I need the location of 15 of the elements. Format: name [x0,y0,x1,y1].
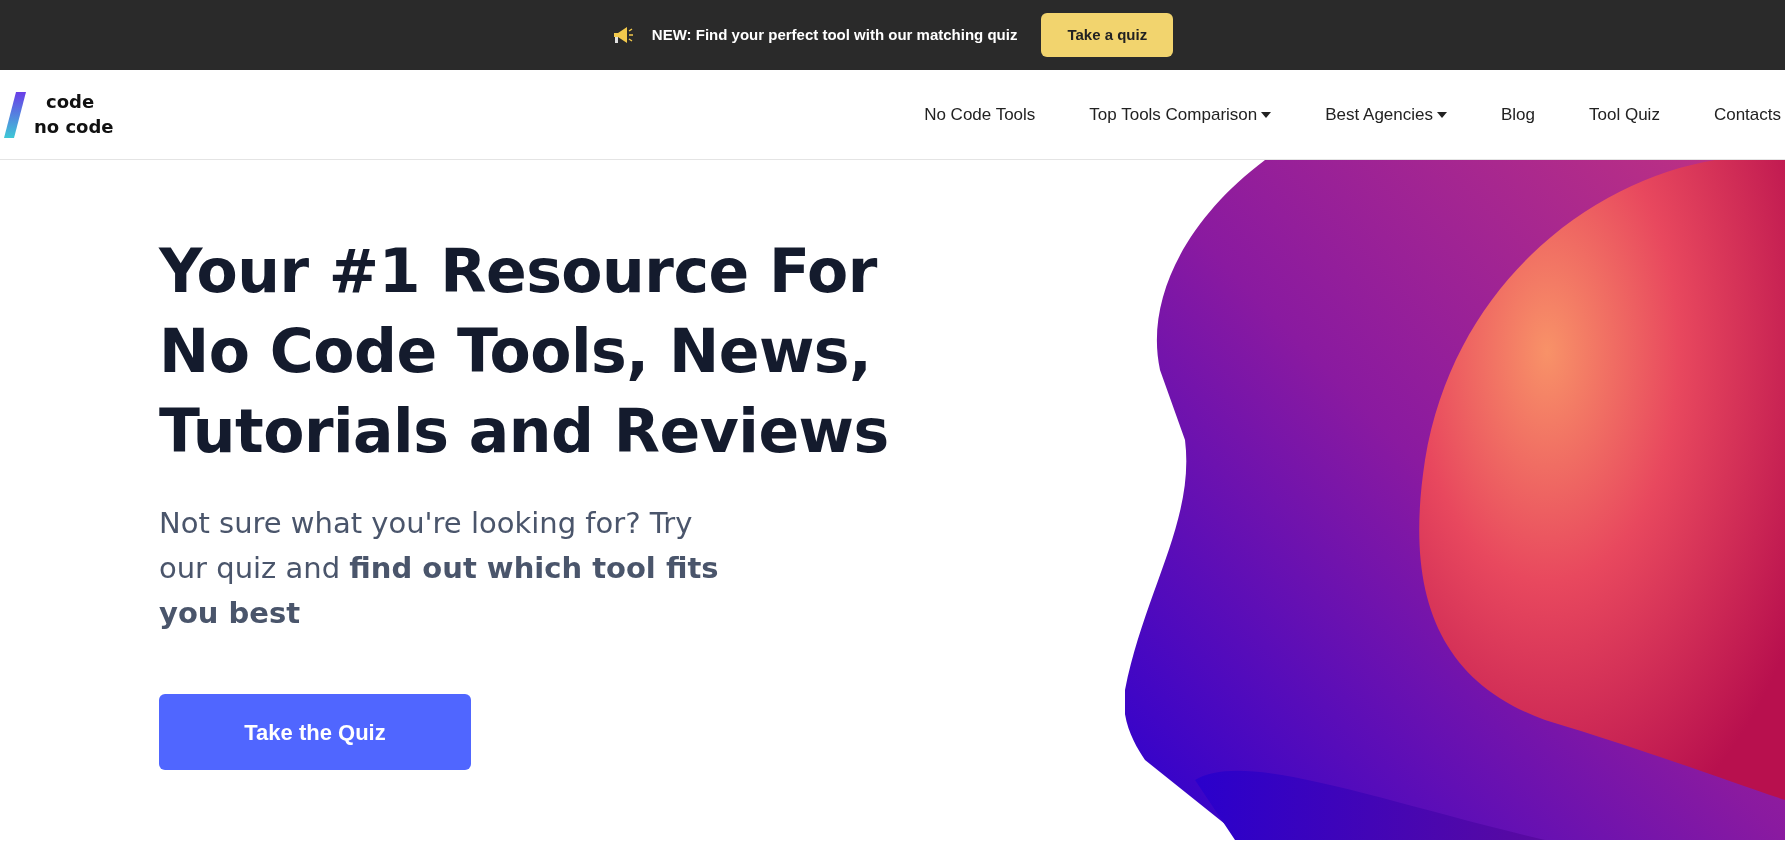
logo-text[interactable]: code [34,90,114,115]
take-quiz-button[interactable]: Take a quiz [1041,12,1174,58]
announcement-text: NEW: Find your perfect tool with our matching quiz [651,24,1018,45]
logo-text[interactable]: no code [34,114,114,139]
nav-link[interactable]: Contacts [1713,101,1781,128]
nav-dropdown[interactable]: Best Agencies [1325,101,1447,128]
megaphone-icon [611,25,634,45]
nav-link[interactable]: Blog [1501,101,1536,128]
take-the-quiz-button[interactable]: Take the Quiz [159,694,471,771]
hero-subtitle: Not sure what you're looking for? Try our quiz and find out which tool fits you best [159,505,719,633]
logo-icon[interactable] [4,91,26,138]
nav-link[interactable]: No Code Tools [924,101,1036,128]
nav-dropdown[interactable]: Top Tools Comparison [1089,101,1272,128]
nav-link[interactable]: Tool Quiz [1589,101,1660,128]
hero-heading: Your #1 Resource For No Code Tools, News, Tutorials and Reviews [159,235,890,468]
